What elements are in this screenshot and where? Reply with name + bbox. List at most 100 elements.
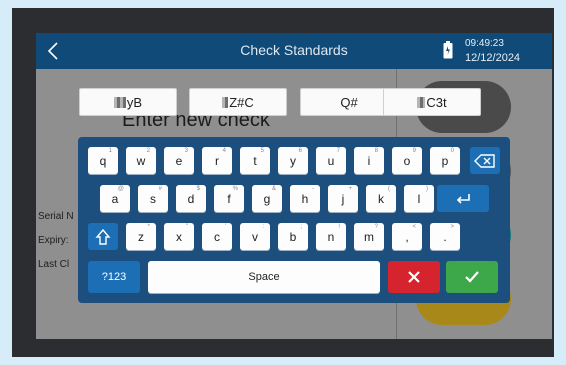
key-c[interactable]: ' c — [202, 223, 232, 250]
key-hint: - — [312, 186, 314, 192]
enter-icon — [456, 193, 470, 204]
key-w[interactable]: 2w — [126, 147, 156, 174]
enter-key[interactable] — [437, 185, 489, 212]
key-hint: 0 — [450, 148, 454, 154]
key-label: , — [405, 229, 409, 244]
key-a[interactable]: @ a — [100, 185, 130, 212]
key-i[interactable]: 8i — [354, 147, 384, 174]
key-hint: $ — [196, 186, 200, 192]
back-arrow-icon[interactable] — [46, 41, 60, 61]
space-key[interactable]: Space — [148, 261, 380, 293]
key-y[interactable]: 6y — [278, 147, 308, 174]
serial-label: Serial N — [38, 211, 74, 222]
key-d[interactable]: $ d — [176, 185, 206, 212]
key-hint: 9 — [412, 148, 416, 154]
key-label: u — [327, 153, 335, 168]
key-label: j — [341, 191, 345, 206]
key-period[interactable]: >. — [430, 223, 460, 250]
key-hint: & — [271, 186, 276, 192]
datetime: 09:49:23 12/12/2024 — [465, 36, 520, 66]
battery-icon — [443, 41, 453, 59]
code-option-4[interactable]: C3t — [383, 88, 481, 116]
key-label: w — [136, 153, 146, 168]
key-label: i — [367, 153, 371, 168]
key-label: m — [364, 229, 374, 244]
code-option-1[interactable]: yB — [79, 88, 177, 116]
key-hint: 2 — [146, 148, 150, 154]
key-r[interactable]: 4r — [202, 147, 232, 174]
key-label: . — [443, 229, 447, 244]
key-label: d — [187, 191, 195, 206]
key-q[interactable]: 1q — [88, 147, 118, 174]
backspace-icon — [474, 153, 495, 168]
expiry-label: Expiry: — [38, 235, 69, 246]
key-hint: 7 — [336, 148, 340, 154]
key-label: z — [138, 229, 144, 244]
onscreen-keyboard: 1q2w3e4r5t6y7u8i9o0p @ a # s $ d% f & g - h + j(k) l … — [78, 137, 510, 303]
key-o[interactable]: 9o — [392, 147, 422, 174]
key-l[interactable]: ) l — [404, 185, 434, 212]
key-label: y — [290, 153, 296, 168]
key-label: a — [111, 191, 119, 206]
key-hint: " — [185, 224, 188, 230]
key-n[interactable]: ! n — [316, 223, 346, 250]
key-t[interactable]: 5t — [240, 147, 270, 174]
shift-arrow-icon — [95, 228, 111, 245]
obscured-text — [222, 96, 229, 108]
key-hint: ; — [300, 224, 302, 230]
key-label: o — [403, 153, 411, 168]
key-comma[interactable]: <, — [392, 223, 422, 250]
key-label: v — [252, 229, 258, 244]
key-hint: @ — [117, 186, 124, 192]
key-label: b — [289, 229, 297, 244]
key-label: n — [327, 229, 335, 244]
key-hint: 6 — [298, 148, 302, 154]
obscured-text — [417, 96, 426, 108]
key-label: p — [441, 153, 449, 168]
numbers-key[interactable]: ?123 — [88, 261, 140, 293]
key-h[interactable]: -h — [290, 185, 320, 212]
key-label: c — [214, 229, 220, 244]
key-u[interactable]: 7u — [316, 147, 346, 174]
key-hint: ' — [224, 224, 226, 230]
key-label: e — [175, 153, 183, 168]
top-bar: Check Standards 09:49:23 12/12/2024 — [36, 33, 552, 69]
key-e[interactable]: 3e — [164, 147, 194, 174]
key-hint: > — [450, 224, 454, 230]
key-s[interactable]: # s — [138, 185, 168, 212]
key-b[interactable]: ; b — [278, 223, 308, 250]
code-option-2[interactable]: Z#C — [189, 88, 287, 116]
key-hint: 4 — [222, 148, 226, 154]
key-hint: % — [232, 186, 238, 192]
clock-date: 12/12/2024 — [465, 52, 521, 64]
key-label: r — [215, 153, 219, 168]
key-label: l — [417, 191, 421, 206]
key-k[interactable]: (k — [366, 185, 396, 212]
key-p[interactable]: 0p — [430, 147, 460, 174]
key-m[interactable]: ? m — [354, 223, 384, 250]
key-label: t — [253, 153, 257, 168]
page-title: Check Standards — [240, 42, 348, 58]
key-hint: # — [158, 186, 162, 192]
key-hint: ? — [374, 224, 378, 230]
key-hint: 8 — [374, 148, 378, 154]
shift-key[interactable] — [88, 223, 118, 250]
key-z[interactable]: * z — [126, 223, 156, 250]
key-g[interactable]: & g — [252, 185, 282, 212]
key-hint: < — [412, 224, 416, 230]
key-v[interactable]: :v — [240, 223, 270, 250]
confirm-button[interactable] — [446, 261, 498, 293]
key-label: h — [301, 191, 309, 206]
screen: Check Standards 09:49:23 12/12/2024 Ente… — [36, 33, 552, 339]
key-hint: 5 — [260, 148, 264, 154]
key-label: q — [99, 153, 107, 168]
key-j[interactable]: + j — [328, 185, 358, 212]
key-hint: * — [147, 224, 150, 230]
checkmark-icon — [465, 271, 479, 283]
backspace-key[interactable] — [470, 147, 500, 174]
key-hint: ) — [426, 186, 428, 192]
key-hint: + — [348, 186, 352, 192]
key-f[interactable]: % f — [214, 185, 244, 212]
key-x[interactable]: " x — [164, 223, 194, 250]
cancel-button[interactable] — [388, 261, 440, 293]
